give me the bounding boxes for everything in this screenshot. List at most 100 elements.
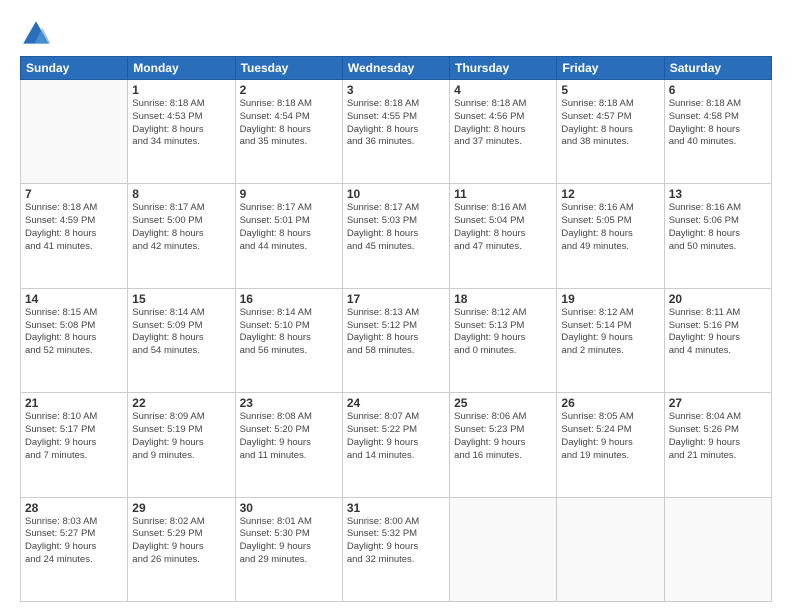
calendar-cell: 12Sunrise: 8:16 AM Sunset: 5:05 PM Dayli… — [557, 184, 664, 288]
day-number: 4 — [454, 83, 552, 97]
day-info: Sunrise: 8:11 AM Sunset: 5:16 PM Dayligh… — [669, 307, 767, 358]
day-info: Sunrise: 8:13 AM Sunset: 5:12 PM Dayligh… — [347, 307, 445, 358]
calendar-cell: 26Sunrise: 8:05 AM Sunset: 5:24 PM Dayli… — [557, 393, 664, 497]
header — [20, 18, 772, 50]
day-number: 10 — [347, 187, 445, 201]
day-number: 11 — [454, 187, 552, 201]
calendar-cell: 14Sunrise: 8:15 AM Sunset: 5:08 PM Dayli… — [21, 288, 128, 392]
calendar-cell: 31Sunrise: 8:00 AM Sunset: 5:32 PM Dayli… — [342, 497, 449, 601]
day-number: 6 — [669, 83, 767, 97]
day-info: Sunrise: 8:00 AM Sunset: 5:32 PM Dayligh… — [347, 516, 445, 567]
week-row-5: 28Sunrise: 8:03 AM Sunset: 5:27 PM Dayli… — [21, 497, 772, 601]
calendar-cell: 2Sunrise: 8:18 AM Sunset: 4:54 PM Daylig… — [235, 80, 342, 184]
col-header-sunday: Sunday — [21, 57, 128, 80]
col-header-saturday: Saturday — [664, 57, 771, 80]
day-number: 17 — [347, 292, 445, 306]
day-number: 25 — [454, 396, 552, 410]
day-number: 23 — [240, 396, 338, 410]
day-number: 28 — [25, 501, 123, 515]
day-info: Sunrise: 8:17 AM Sunset: 5:01 PM Dayligh… — [240, 202, 338, 253]
day-number: 24 — [347, 396, 445, 410]
day-info: Sunrise: 8:08 AM Sunset: 5:20 PM Dayligh… — [240, 411, 338, 462]
header-row: SundayMondayTuesdayWednesdayThursdayFrid… — [21, 57, 772, 80]
day-number: 5 — [561, 83, 659, 97]
day-number: 18 — [454, 292, 552, 306]
day-info: Sunrise: 8:15 AM Sunset: 5:08 PM Dayligh… — [25, 307, 123, 358]
day-number: 2 — [240, 83, 338, 97]
calendar-cell — [557, 497, 664, 601]
day-info: Sunrise: 8:14 AM Sunset: 5:10 PM Dayligh… — [240, 307, 338, 358]
day-number: 31 — [347, 501, 445, 515]
week-row-1: 1Sunrise: 8:18 AM Sunset: 4:53 PM Daylig… — [21, 80, 772, 184]
day-number: 26 — [561, 396, 659, 410]
calendar-cell: 23Sunrise: 8:08 AM Sunset: 5:20 PM Dayli… — [235, 393, 342, 497]
day-number: 15 — [132, 292, 230, 306]
calendar-cell: 22Sunrise: 8:09 AM Sunset: 5:19 PM Dayli… — [128, 393, 235, 497]
calendar-cell: 8Sunrise: 8:17 AM Sunset: 5:00 PM Daylig… — [128, 184, 235, 288]
day-number: 30 — [240, 501, 338, 515]
day-info: Sunrise: 8:16 AM Sunset: 5:06 PM Dayligh… — [669, 202, 767, 253]
day-info: Sunrise: 8:14 AM Sunset: 5:09 PM Dayligh… — [132, 307, 230, 358]
calendar-cell: 24Sunrise: 8:07 AM Sunset: 5:22 PM Dayli… — [342, 393, 449, 497]
calendar-cell: 15Sunrise: 8:14 AM Sunset: 5:09 PM Dayli… — [128, 288, 235, 392]
col-header-tuesday: Tuesday — [235, 57, 342, 80]
calendar-table: SundayMondayTuesdayWednesdayThursdayFrid… — [20, 56, 772, 602]
calendar-cell: 3Sunrise: 8:18 AM Sunset: 4:55 PM Daylig… — [342, 80, 449, 184]
day-info: Sunrise: 8:18 AM Sunset: 4:56 PM Dayligh… — [454, 98, 552, 149]
calendar-cell: 1Sunrise: 8:18 AM Sunset: 4:53 PM Daylig… — [128, 80, 235, 184]
calendar-cell: 30Sunrise: 8:01 AM Sunset: 5:30 PM Dayli… — [235, 497, 342, 601]
day-info: Sunrise: 8:18 AM Sunset: 4:59 PM Dayligh… — [25, 202, 123, 253]
day-info: Sunrise: 8:18 AM Sunset: 4:54 PM Dayligh… — [240, 98, 338, 149]
day-info: Sunrise: 8:12 AM Sunset: 5:14 PM Dayligh… — [561, 307, 659, 358]
day-number: 19 — [561, 292, 659, 306]
day-number: 21 — [25, 396, 123, 410]
day-number: 8 — [132, 187, 230, 201]
day-info: Sunrise: 8:05 AM Sunset: 5:24 PM Dayligh… — [561, 411, 659, 462]
day-info: Sunrise: 8:10 AM Sunset: 5:17 PM Dayligh… — [25, 411, 123, 462]
page: SundayMondayTuesdayWednesdayThursdayFrid… — [0, 0, 792, 612]
calendar-cell: 25Sunrise: 8:06 AM Sunset: 5:23 PM Dayli… — [450, 393, 557, 497]
day-number: 9 — [240, 187, 338, 201]
col-header-monday: Monday — [128, 57, 235, 80]
col-header-friday: Friday — [557, 57, 664, 80]
logo — [20, 18, 56, 50]
calendar-cell: 29Sunrise: 8:02 AM Sunset: 5:29 PM Dayli… — [128, 497, 235, 601]
day-info: Sunrise: 8:03 AM Sunset: 5:27 PM Dayligh… — [25, 516, 123, 567]
day-info: Sunrise: 8:16 AM Sunset: 5:04 PM Dayligh… — [454, 202, 552, 253]
col-header-thursday: Thursday — [450, 57, 557, 80]
day-number: 1 — [132, 83, 230, 97]
day-info: Sunrise: 8:01 AM Sunset: 5:30 PM Dayligh… — [240, 516, 338, 567]
col-header-wednesday: Wednesday — [342, 57, 449, 80]
day-number: 16 — [240, 292, 338, 306]
day-info: Sunrise: 8:16 AM Sunset: 5:05 PM Dayligh… — [561, 202, 659, 253]
day-info: Sunrise: 8:07 AM Sunset: 5:22 PM Dayligh… — [347, 411, 445, 462]
day-number: 13 — [669, 187, 767, 201]
day-number: 22 — [132, 396, 230, 410]
day-info: Sunrise: 8:18 AM Sunset: 4:53 PM Dayligh… — [132, 98, 230, 149]
day-number: 14 — [25, 292, 123, 306]
day-info: Sunrise: 8:18 AM Sunset: 4:58 PM Dayligh… — [669, 98, 767, 149]
day-info: Sunrise: 8:18 AM Sunset: 4:57 PM Dayligh… — [561, 98, 659, 149]
day-info: Sunrise: 8:17 AM Sunset: 5:00 PM Dayligh… — [132, 202, 230, 253]
day-info: Sunrise: 8:04 AM Sunset: 5:26 PM Dayligh… — [669, 411, 767, 462]
calendar-cell: 7Sunrise: 8:18 AM Sunset: 4:59 PM Daylig… — [21, 184, 128, 288]
week-row-3: 14Sunrise: 8:15 AM Sunset: 5:08 PM Dayli… — [21, 288, 772, 392]
day-number: 3 — [347, 83, 445, 97]
calendar-cell — [21, 80, 128, 184]
calendar-cell: 17Sunrise: 8:13 AM Sunset: 5:12 PM Dayli… — [342, 288, 449, 392]
calendar-cell — [450, 497, 557, 601]
day-info: Sunrise: 8:06 AM Sunset: 5:23 PM Dayligh… — [454, 411, 552, 462]
calendar-cell: 18Sunrise: 8:12 AM Sunset: 5:13 PM Dayli… — [450, 288, 557, 392]
day-info: Sunrise: 8:09 AM Sunset: 5:19 PM Dayligh… — [132, 411, 230, 462]
calendar-cell: 9Sunrise: 8:17 AM Sunset: 5:01 PM Daylig… — [235, 184, 342, 288]
calendar-cell: 10Sunrise: 8:17 AM Sunset: 5:03 PM Dayli… — [342, 184, 449, 288]
calendar-cell — [664, 497, 771, 601]
day-info: Sunrise: 8:12 AM Sunset: 5:13 PM Dayligh… — [454, 307, 552, 358]
week-row-4: 21Sunrise: 8:10 AM Sunset: 5:17 PM Dayli… — [21, 393, 772, 497]
day-number: 27 — [669, 396, 767, 410]
day-number: 29 — [132, 501, 230, 515]
calendar-cell: 27Sunrise: 8:04 AM Sunset: 5:26 PM Dayli… — [664, 393, 771, 497]
logo-icon — [20, 18, 52, 50]
day-info: Sunrise: 8:02 AM Sunset: 5:29 PM Dayligh… — [132, 516, 230, 567]
calendar-cell: 5Sunrise: 8:18 AM Sunset: 4:57 PM Daylig… — [557, 80, 664, 184]
